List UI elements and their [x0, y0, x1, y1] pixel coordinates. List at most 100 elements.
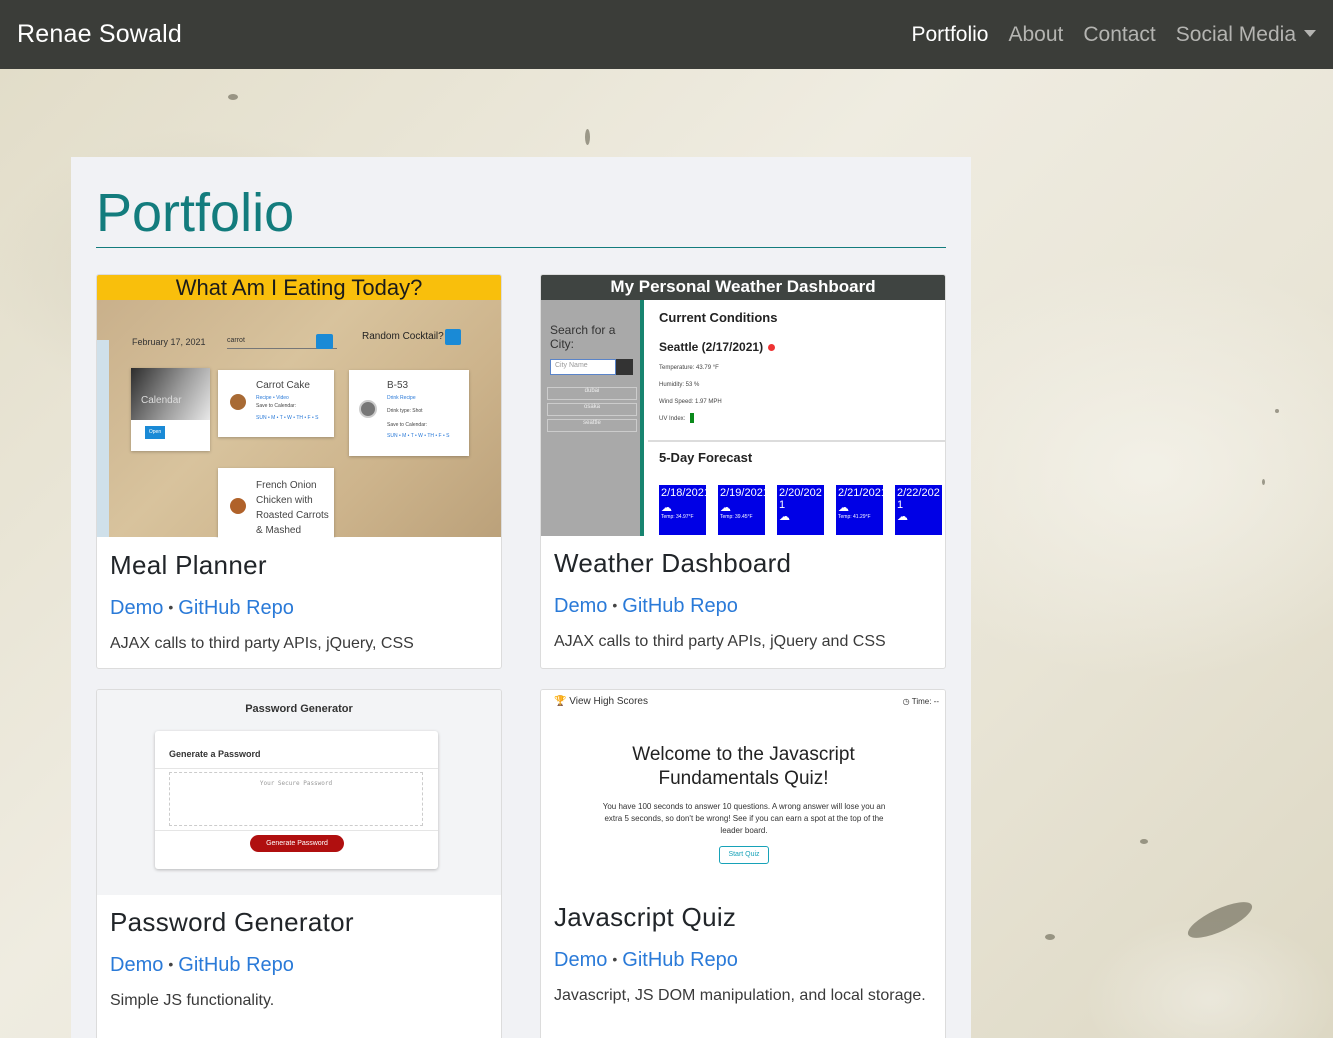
- nav-social-media[interactable]: Social Media: [1176, 23, 1316, 47]
- preview-recipe-card-2: French Onion Chicken with Roasted Carrot…: [218, 468, 334, 538]
- cloud-icon: ☁: [779, 511, 790, 523]
- preview-calendar-card: Calendar Open: [131, 368, 210, 451]
- preview-recipe-links: Recipe • Video: [256, 395, 289, 401]
- forecast-date: 2/21/2021: [838, 487, 887, 499]
- preview-save-label: Save to Calendar:: [256, 403, 297, 409]
- preview-cocktail-button: [445, 329, 461, 345]
- preview-forecast-title: 5-Day Forecast: [659, 450, 753, 465]
- water-drop: [1140, 839, 1148, 844]
- cloud-icon: ☁: [897, 511, 908, 523]
- brand[interactable]: Renae Sowald: [17, 20, 182, 49]
- chevron-down-icon: [1304, 29, 1316, 37]
- github-repo-link[interactable]: GitHub Repo: [178, 597, 294, 619]
- preview-city: Seattle (2/17/2021): [659, 340, 764, 354]
- forecast-temp: Temp: 39.45°F: [720, 514, 753, 520]
- nav-portfolio[interactable]: Portfolio: [911, 23, 988, 47]
- card-body: Meal Planner Demo • GitHub Repo AJAX calls…: [97, 538, 501, 668]
- preview-current-title: Current Conditions: [659, 310, 778, 325]
- preview-drink-type: Drink type: Shot: [387, 408, 423, 414]
- preview-open-button: Open: [145, 426, 165, 439]
- card-title: Weather Dashboard: [554, 548, 792, 578]
- search-icon: [616, 359, 633, 375]
- preview-days: SUN • M • T • W • TH • F • S: [256, 415, 319, 421]
- page-title: Portfolio: [96, 183, 946, 249]
- preview-drink-card: B-53 Drink Recipe Drink type: Shot Save …: [349, 370, 469, 456]
- demo-link[interactable]: Demo: [554, 949, 607, 971]
- card-links: Demo • GitHub Repo: [554, 949, 932, 972]
- preview-drink-save: Save to Calendar:: [387, 422, 428, 428]
- preview-calendar-label: Calendar: [141, 395, 182, 406]
- forecast-date: 2/18/2021: [661, 487, 710, 499]
- card-body: Weather Dashboard Demo • GitHub Repo AJAX …: [541, 536, 945, 668]
- demo-link[interactable]: Demo: [554, 595, 607, 617]
- preview-recipe-thumb: [230, 394, 246, 410]
- nav-about[interactable]: About: [1009, 23, 1064, 47]
- cloud-icon: ☁: [720, 502, 731, 514]
- card-description: AJAX calls to third party APIs, jQuery a…: [554, 633, 886, 650]
- demo-link[interactable]: Demo: [110, 597, 163, 619]
- javascript-quiz-screenshot[interactable]: 🏆 View High Scores ◷ Time: -- Welcome to…: [541, 690, 945, 890]
- preview-timer-label: Time: --: [911, 697, 939, 706]
- password-generator-screenshot[interactable]: Password Generator Generate a Password Y…: [97, 690, 501, 895]
- cloud-icon: ☁: [661, 502, 672, 514]
- preview-header: Password Generator: [245, 703, 353, 715]
- github-repo-link[interactable]: GitHub Repo: [622, 595, 738, 617]
- card-title: Password Generator: [110, 907, 354, 937]
- preview-generate-button: Generate Password: [250, 835, 344, 852]
- nav-social-media-label: Social Media: [1175, 22, 1296, 46]
- link-separator: •: [168, 956, 174, 972]
- link-separator: •: [168, 599, 174, 615]
- forecast-day: 2/20/2021 ☁: [777, 485, 824, 535]
- timer-icon: ◷: [902, 697, 910, 706]
- card-description: AJAX calls to third party APIs, jQuery, …: [110, 635, 414, 652]
- sun-icon: [768, 344, 775, 351]
- card-description: Simple JS functionality.: [110, 992, 275, 1009]
- github-repo-link[interactable]: GitHub Repo: [622, 949, 738, 971]
- preview-banner: My Personal Weather Dashboard: [541, 275, 945, 300]
- demo-link[interactable]: Demo: [110, 954, 163, 976]
- preview-uv: UV Index:: [659, 416, 686, 422]
- forecast-temp: Temp: 41.29°F: [838, 514, 871, 520]
- preview-drink-link: Drink Recipe: [387, 395, 416, 401]
- preview-drink-days: SUN • M • T • W • TH • F • S: [387, 433, 450, 439]
- preview-high-scores-label: View High Scores: [569, 696, 648, 707]
- preview-humidity: Humidity: 53 %: [659, 382, 700, 388]
- divider: [155, 830, 438, 831]
- nav-links: Portfolio About Contact Social Media: [891, 23, 1316, 47]
- trophy-icon: 🏆: [554, 696, 567, 707]
- preview-card-title: Generate a Password: [169, 749, 261, 759]
- link-separator: •: [612, 597, 618, 613]
- nav-contact[interactable]: Contact: [1083, 23, 1155, 47]
- preview-drink-thumb: [359, 400, 377, 418]
- project-card-password-generator: Password Generator Generate a Password Y…: [96, 689, 502, 1038]
- card-description: Javascript, JS DOM manipulation, and loc…: [554, 987, 926, 1004]
- divider: [155, 768, 438, 769]
- card-links: Demo • GitHub Repo: [110, 954, 488, 977]
- uv-indicator: [690, 413, 694, 423]
- water-drop: [585, 129, 590, 145]
- preview-wind: Wind Speed: 1.97 MPH: [659, 399, 722, 405]
- forecast-day: 2/19/2021 ☁ Temp: 39.45°F: [718, 485, 769, 535]
- github-repo-link[interactable]: GitHub Repo: [178, 954, 294, 976]
- cloud-icon: ☁: [838, 502, 849, 514]
- preview-body: February 17, 2021 carrot Random Cocktail…: [97, 300, 501, 538]
- project-card-javascript-quiz: 🏆 View High Scores ◷ Time: -- Welcome to…: [540, 689, 946, 1038]
- preview-generator-card: Generate a Password Your Secure Password…: [155, 731, 438, 869]
- preview-heading: Welcome to the Javascript Fundamentals Q…: [632, 744, 855, 789]
- preview-intro: You have 100 seconds to answer 10 questi…: [602, 802, 886, 835]
- preview-recipe-title: French Onion Chicken with Roasted Carrot…: [256, 480, 329, 536]
- project-card-meal-planner: What Am I Eating Today? February 17, 202…: [96, 274, 502, 669]
- preview-search-label: Search for a City:: [550, 323, 616, 351]
- preview-recipe-card: Carrot Cake Recipe • Video Save to Calen…: [218, 370, 334, 437]
- forecast-date: 2/20/2021: [779, 487, 822, 511]
- forecast-date: 2/22/2021: [897, 487, 940, 511]
- weather-dashboard-screenshot[interactable]: My Personal Weather Dashboard Search for…: [541, 275, 945, 536]
- preview-temp: Temperature: 43.79 °F: [659, 365, 719, 371]
- water-drop: [1183, 895, 1257, 945]
- water-drop: [1275, 409, 1279, 413]
- preview-cocktail: Random Cocktail?: [362, 331, 444, 342]
- project-card-weather-dashboard: My Personal Weather Dashboard Search for…: [540, 274, 946, 669]
- preview-recipe-thumb: [230, 498, 246, 514]
- preview-high-scores: 🏆 View High Scores: [554, 696, 648, 707]
- meal-planner-screenshot[interactable]: What Am I Eating Today? February 17, 202…: [97, 275, 501, 538]
